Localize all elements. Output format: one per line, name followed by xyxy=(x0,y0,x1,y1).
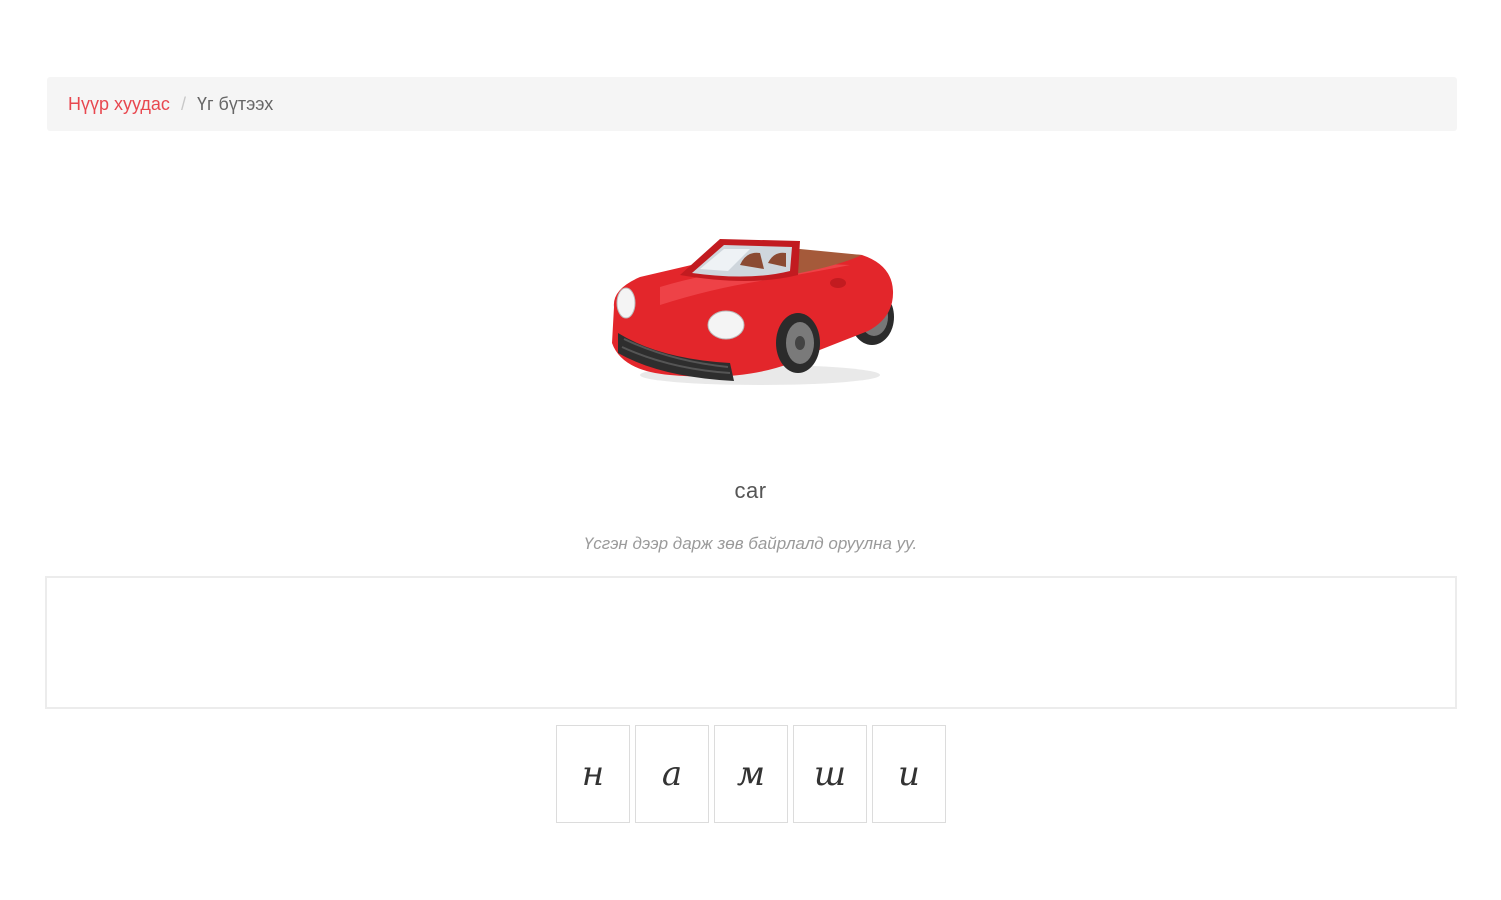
letter-tile[interactable]: ш xyxy=(793,725,867,823)
answer-drop-zone[interactable] xyxy=(45,576,1457,709)
breadcrumb-home-link[interactable]: Нүүр хуудас xyxy=(68,94,170,115)
breadcrumb-separator: / xyxy=(180,93,186,114)
letter-tile[interactable]: и xyxy=(872,725,946,823)
breadcrumb: Нүүр хуудас / Үг бүтээх xyxy=(47,77,1457,131)
letter-tile[interactable]: а xyxy=(635,725,709,823)
letter-tiles: н а м ш и xyxy=(556,725,946,823)
letter-tile[interactable]: м xyxy=(714,725,788,823)
red-convertible-car-icon xyxy=(600,225,905,395)
instruction-text: Үсгэн дээр дарж зөв байрлалд оруулна уу. xyxy=(583,534,918,553)
letter-tile[interactable]: н xyxy=(556,725,630,823)
breadcrumb-current: Үг бүтээх xyxy=(196,93,274,114)
target-word: car xyxy=(734,478,767,503)
